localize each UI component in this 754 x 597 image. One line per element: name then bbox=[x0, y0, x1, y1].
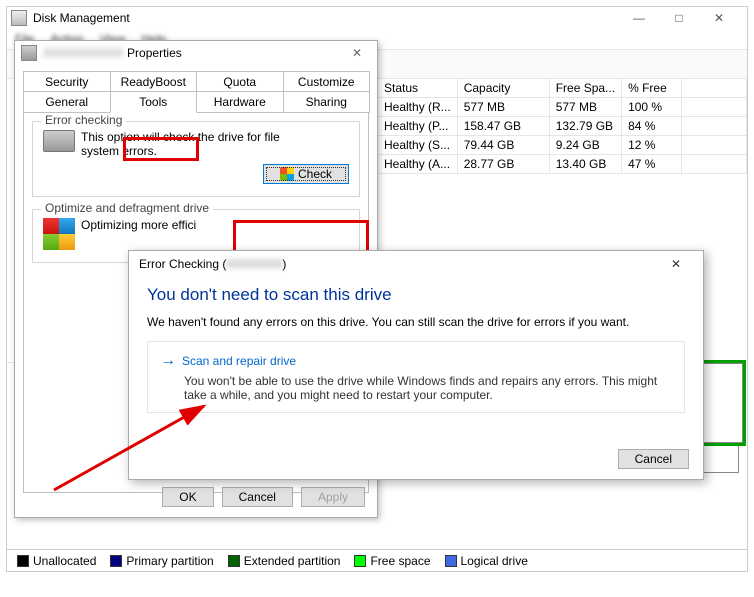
table-row[interactable]: Healthy (P...158.47 GB132.79 GB84 % bbox=[378, 117, 747, 136]
defragment-desc: Optimizing more effici bbox=[81, 218, 196, 232]
maximize-button[interactable]: □ bbox=[659, 7, 699, 29]
drive-icon bbox=[43, 130, 75, 152]
dm-app-icon bbox=[11, 10, 27, 26]
error-checking-group: Error checking This option will check th… bbox=[32, 121, 360, 197]
col-free[interactable]: Free Spa... bbox=[549, 79, 621, 98]
error-checking-cancel-button[interactable]: Cancel bbox=[618, 449, 689, 469]
ok-button[interactable]: OK bbox=[162, 487, 213, 507]
properties-titlebar: XXXXXXXXXX Properties ✕ bbox=[15, 41, 377, 65]
drive-name-blurred: XXXXXXXXXX bbox=[43, 46, 123, 60]
legend-swatch-unallocated bbox=[17, 555, 29, 567]
legend-swatch-logical bbox=[445, 555, 457, 567]
drive-icon bbox=[21, 45, 37, 61]
tab-readyboost[interactable]: ReadyBoost bbox=[110, 71, 198, 92]
col-status[interactable]: Status bbox=[378, 79, 458, 98]
tab-security[interactable]: Security bbox=[23, 71, 111, 92]
volume-table[interactable]: Status Capacity Free Spa... % Free Healt… bbox=[377, 79, 747, 174]
table-row[interactable]: Healthy (S...79.44 GB9.24 GB12 % bbox=[378, 136, 747, 155]
close-button[interactable]: ✕ bbox=[699, 7, 739, 29]
tab-hardware[interactable]: Hardware bbox=[196, 92, 284, 113]
properties-title-suffix: Properties bbox=[127, 46, 182, 60]
dm-title-text: Disk Management bbox=[33, 11, 130, 25]
dm-titlebar: Disk Management — □ ✕ bbox=[7, 7, 747, 29]
error-checking-dialog: Error Checking ( XXXXXXX ) ✕ You don't n… bbox=[128, 250, 704, 480]
scan-repair-desc: You won't be able to use the drive while… bbox=[184, 374, 672, 402]
arrow-right-icon: → bbox=[160, 352, 176, 370]
tab-customize[interactable]: Customize bbox=[283, 71, 371, 92]
defrag-icon bbox=[43, 218, 75, 250]
error-checking-message: We haven't found any errors on this driv… bbox=[147, 315, 685, 329]
tab-quota[interactable]: Quota bbox=[196, 71, 284, 92]
col-extra bbox=[682, 79, 747, 98]
error-checking-titlebar: Error Checking ( XXXXXXX ) ✕ bbox=[129, 251, 703, 277]
col-pfree[interactable]: % Free bbox=[622, 79, 682, 98]
legend-swatch-primary bbox=[110, 555, 122, 567]
tab-strip: Security ReadyBoost Quota Customize Gene… bbox=[23, 71, 369, 113]
legend-swatch-extended bbox=[228, 555, 240, 567]
tab-tools[interactable]: Tools bbox=[110, 92, 198, 113]
error-checking-close-button[interactable]: ✕ bbox=[659, 252, 693, 276]
uac-shield-icon bbox=[280, 167, 294, 181]
apply-button: Apply bbox=[301, 487, 365, 507]
legend-swatch-free bbox=[354, 555, 366, 567]
col-capacity[interactable]: Capacity bbox=[457, 79, 549, 98]
scan-repair-option[interactable]: → Scan and repair drive You won't be abl… bbox=[147, 341, 685, 413]
table-row[interactable]: Healthy (A...28.77 GB13.40 GB47 % bbox=[378, 155, 747, 174]
drive-name-blurred: XXXXXXX bbox=[226, 257, 282, 271]
tab-sharing[interactable]: Sharing bbox=[283, 92, 371, 113]
tab-general[interactable]: General bbox=[23, 92, 111, 113]
properties-close-button[interactable]: ✕ bbox=[343, 43, 371, 63]
legend: Unallocated Primary partition Extended p… bbox=[7, 549, 747, 571]
error-checking-desc: This option will check the drive for fil… bbox=[81, 130, 281, 158]
table-row[interactable]: Healthy (R...577 MB577 MB100 % bbox=[378, 98, 747, 117]
error-checking-headline: You don't need to scan this drive bbox=[147, 285, 685, 305]
check-button[interactable]: Check bbox=[263, 164, 349, 184]
minimize-button[interactable]: — bbox=[619, 7, 659, 29]
cancel-button[interactable]: Cancel bbox=[222, 487, 293, 507]
